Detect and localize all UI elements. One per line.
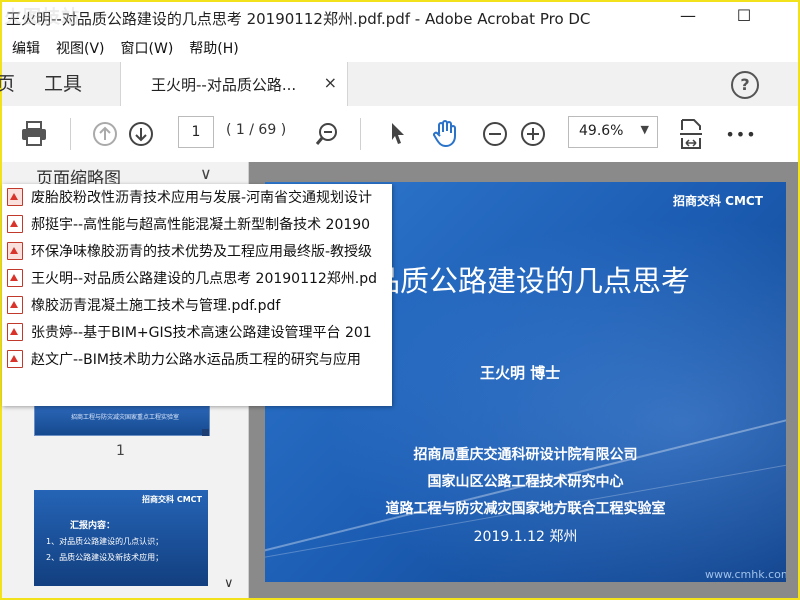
previous-page-icon[interactable]	[90, 118, 120, 150]
tab-document-label: 王火明--对品质公路...	[151, 76, 297, 94]
zoom-magnifier-icon[interactable]	[312, 118, 342, 150]
thumbnail-page-number: 1	[116, 443, 125, 459]
pdf-file-icon	[7, 323, 23, 341]
slide-title: 品质公路建设的几点思考	[371, 264, 691, 298]
help-icon[interactable]: ?	[731, 71, 759, 99]
thumbnail-text: 招商工程与防灾减灾国家重点工程实验室	[71, 414, 180, 421]
recent-file-item[interactable]: 橡胶沥青混凝土施工技术与管理.pdf.pdf	[2, 292, 392, 318]
recent-file-item[interactable]: 王火明--对品质公路建设的几点思考 20190112郑州.pd	[2, 265, 392, 291]
recent-file-item[interactable]: 张贵婷--基于BIM+GIS技术高速公路建设管理平台 201	[2, 319, 392, 345]
zoom-out-icon[interactable]	[480, 118, 510, 150]
tab-home[interactable]: 页	[0, 62, 15, 106]
recent-files-menu: 废胎胶粉改性沥青技术应用与发展-河南省交通规划设计 郝挺宇--高性能与超高性能混…	[2, 184, 392, 406]
page-count: ( 1 / 69 )	[226, 122, 287, 138]
page-thumbnail-1[interactable]: 招商工程与防灾减灾国家重点工程实验室	[34, 405, 210, 436]
hand-tool-icon[interactable]	[428, 118, 462, 150]
minimize-button[interactable]: —	[668, 6, 708, 30]
print-icon[interactable]	[18, 118, 50, 150]
slide-org-line: 道路工程与防灾减灾国家地方联合工程实验室	[385, 501, 666, 517]
recent-file-name: 环保净味橡胶沥青的技术优势及工程应用最终版-教授级	[31, 244, 373, 260]
recent-file-name: 王火明--对品质公路建设的几点思考 20190112郑州.pd	[31, 271, 378, 287]
slide-footer: www.cmhk.com	[705, 568, 786, 581]
zoom-select[interactable]: 49.6% ▼	[568, 116, 658, 148]
slide-author: 王火明 博士	[480, 364, 561, 382]
recent-file-name: 橡胶沥青混凝土施工技术与管理.pdf.pdf	[31, 298, 281, 314]
tab-tools[interactable]: 工具	[44, 62, 82, 106]
thumbnail-line: 2、品质公路建设及新技术应用；	[46, 553, 164, 562]
pdf-file-icon	[7, 296, 23, 314]
menu-window[interactable]: 窗口(W)	[121, 38, 174, 58]
pdf-file-icon	[7, 215, 23, 233]
thumbnail-line: 1、对品质公路建设的几点认识；	[46, 537, 164, 546]
tab-bar: 页 工具 王火明--对品质公路... × ?	[0, 62, 798, 107]
recent-file-name: 赵文广--BIM技术助力公路水运品质工程的研究与应用	[31, 352, 361, 368]
fit-page-icon[interactable]	[676, 118, 706, 150]
zoom-value: 49.6%	[579, 123, 624, 139]
menu-bar: 编辑 视图(V) 窗口(W) 帮助(H)	[2, 34, 798, 62]
thumbnail-logo: 招商交科 CMCT	[142, 495, 202, 504]
chevron-down-icon: ▼	[640, 123, 649, 136]
ppt-file-icon	[7, 242, 23, 260]
pdf-file-icon	[7, 269, 23, 287]
pdf-file-icon	[7, 350, 23, 368]
window-title: 王火明--对品质公路建设的几点思考 20190112郑州.pdf.pdf - A…	[6, 10, 591, 28]
recent-file-name: 郝挺宇--高性能与超高性能混凝土新型制备技术 20190	[31, 217, 371, 233]
menu-edit[interactable]: 编辑	[12, 38, 40, 58]
maximize-button[interactable]: ☐	[724, 6, 764, 30]
recent-file-item[interactable]: 赵文广--BIM技术助力公路水运品质工程的研究与应用	[2, 346, 392, 372]
recent-file-name: 废胎胶粉改性沥青技术应用与发展-河南省交通规划设计	[31, 190, 373, 206]
thumbnail-resize-handle[interactable]	[202, 429, 209, 436]
title-bar: 王火明--对品质公路建设的几点思考 20190112郑州.pdf.pdf - A…	[2, 2, 798, 34]
ppt-file-icon	[7, 188, 23, 206]
select-cursor-icon[interactable]	[384, 118, 412, 150]
menu-view[interactable]: 视图(V)	[56, 38, 105, 58]
scroll-down-icon[interactable]: ∨	[224, 576, 234, 591]
chevron-down-icon[interactable]: ∨	[200, 164, 212, 183]
menu-help[interactable]: 帮助(H)	[189, 38, 238, 58]
tab-document[interactable]: 王火明--对品质公路... ×	[120, 62, 348, 106]
slide-logo: 招商交科 CMCT	[673, 194, 763, 208]
page-number-input[interactable]: 1	[178, 116, 214, 148]
watermark: 火图技站	[4, 7, 80, 28]
tab-close-icon[interactable]: ×	[324, 73, 337, 92]
recent-file-name: 张贵婷--基于BIM+GIS技术高速公路建设管理平台 201	[31, 325, 372, 341]
thumbnail-line: 汇报内容：	[70, 521, 116, 531]
toolbar-separator	[70, 118, 71, 150]
slide-org-line: 国家山区公路工程技术研究中心	[427, 474, 624, 490]
next-page-icon[interactable]	[126, 118, 156, 150]
zoom-in-icon[interactable]	[518, 118, 548, 150]
slide-org-line: 招商局重庆交通科研设计院有限公司	[413, 447, 638, 463]
page-thumbnail-2[interactable]: 招商交科 CMCT 汇报内容： 1、对品质公路建设的几点认识； 2、品质公路建设…	[34, 490, 208, 586]
recent-file-item[interactable]: 环保净味橡胶沥青的技术优势及工程应用最终版-教授级	[2, 238, 392, 264]
toolbar: •••	[2, 106, 798, 163]
more-tools-icon[interactable]: •••	[724, 118, 758, 150]
recent-file-item[interactable]: 郝挺宇--高性能与超高性能混凝土新型制备技术 20190	[2, 211, 392, 237]
toolbar-separator	[360, 118, 361, 150]
slide-date: 2019.1.12 郑州	[473, 529, 578, 545]
recent-file-item[interactable]: 废胎胶粉改性沥青技术应用与发展-河南省交通规划设计	[2, 184, 392, 210]
